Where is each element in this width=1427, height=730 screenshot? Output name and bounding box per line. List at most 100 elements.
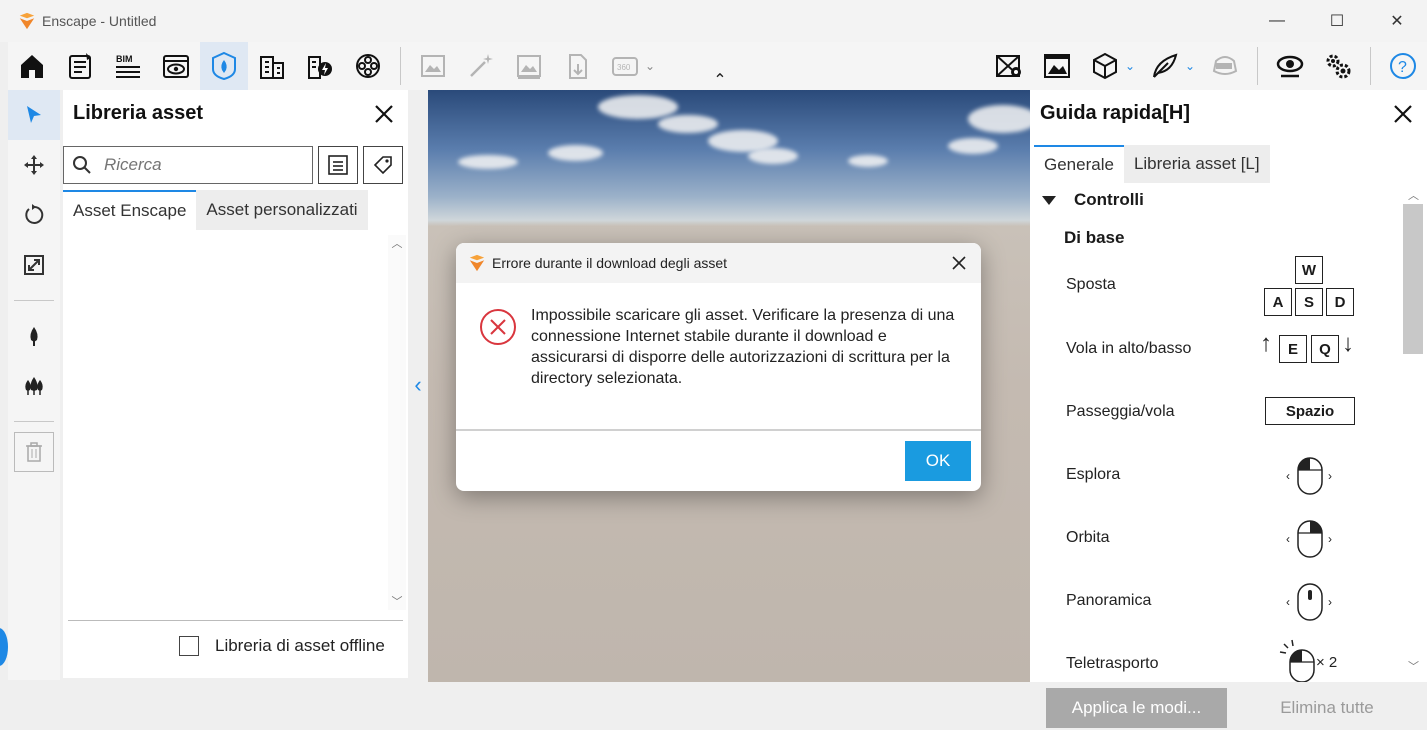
delete-all-button[interactable]: Elimina tutte [1250,688,1404,728]
offline-library-option[interactable]: Libreria di asset offline [179,636,385,656]
cloud [548,145,603,161]
cloud [598,95,678,119]
building-button[interactable] [248,42,296,90]
guide-scroll-thumb[interactable] [1403,204,1423,354]
cloud [458,155,518,169]
material-button[interactable] [344,42,392,90]
image-button[interactable] [1033,42,1081,90]
tab-custom-assets[interactable]: Asset personalizzati [196,190,368,230]
energy-icon [308,56,332,79]
tab-enscape-assets[interactable]: Asset Enscape [63,190,197,230]
cube-button[interactable] [1081,42,1129,90]
guide-scroll-up-icon[interactable]: ︿ [1408,187,1419,203]
expand-panel-icon[interactable]: ‹ [408,370,428,400]
mouse-right-glyph: › [1328,469,1332,483]
dialog-header: Errore durante il download degli asset [456,243,981,283]
toolbar-separator-help [1370,47,1371,85]
bim-button[interactable]: BIM [104,42,152,90]
svg-text:?: ? [1398,59,1407,76]
home-button[interactable] [8,42,56,90]
list-view-button[interactable] [318,146,358,184]
cloud [848,155,888,167]
panorama-dropdown-icon[interactable]: ⌄ [643,42,657,90]
mouse-left-glyph: ‹ [1286,532,1290,546]
project-notes-button[interactable] [56,42,104,90]
help-button[interactable]: ? [1379,42,1427,90]
scale-tool[interactable] [8,240,60,290]
guide-scroll-down-icon[interactable]: ﹀ [1408,658,1419,674]
key-a: A [1264,288,1292,316]
map-pin-button[interactable] [985,42,1033,90]
view-button[interactable] [152,42,200,90]
offline-library-checkbox[interactable] [179,636,199,656]
vr-headset-icon [1212,56,1238,75]
controls-section-header[interactable]: Controlli [1042,190,1144,210]
batch-render-icon [517,55,541,79]
export-button[interactable] [553,42,601,90]
scroll-up-icon[interactable]: ︿ [390,235,404,251]
bottom-bar: Applica le modi... Elimina tutte [0,682,1427,730]
feather-dropdown-icon[interactable]: ⌄ [1183,42,1197,90]
close-icon[interactable] [372,102,396,126]
window-title: Enscape - Untitled [42,13,157,29]
minimize-button[interactable]: — [1247,0,1307,42]
rotate-tool[interactable] [8,190,60,240]
mouse-right-glyph: › [1328,595,1332,609]
ai-enhance-icon [470,54,493,77]
row-label-orbit: Orbita [1066,529,1110,546]
cursor-icon [27,106,41,123]
trash-icon [26,442,42,462]
feather-button[interactable] [1141,42,1189,90]
dialog-body: Impossibile scaricare gli asset. Verific… [456,283,981,429]
asset-tabs: Asset Enscape Asset personalizzati [63,190,408,230]
ai-enhance-button[interactable] [457,42,505,90]
cube-dropdown-icon[interactable]: ⌄ [1123,42,1137,90]
asset-library-button[interactable] [200,42,248,90]
close-icon[interactable] [949,253,969,273]
cloud [968,105,1030,133]
cloud [748,148,798,164]
row-label-walk: Passeggia/vola [1066,403,1175,420]
multiple-trees-tool[interactable] [8,361,60,411]
tab-general[interactable]: Generale [1034,145,1124,183]
maximize-button[interactable]: ☐ [1307,0,1367,42]
offline-library-label: Libreria di asset offline [215,636,385,655]
search-box[interactable] [63,146,313,184]
enscape-logo-icon [469,254,485,272]
vr-headset-button[interactable] [1201,42,1249,90]
close-icon[interactable] [1391,102,1415,126]
batch-render-button[interactable] [505,42,553,90]
apply-changes-button[interactable]: Applica le modi... [1046,688,1227,728]
move-tool[interactable] [8,140,60,190]
asset-scrollbar[interactable] [388,235,406,610]
search-icon [73,156,91,174]
arrow-up-icon: ↑ [1260,330,1272,357]
settings-icon [1326,54,1351,79]
tag-filter-button[interactable] [363,146,403,184]
dialog-message: Impossibile scaricare gli asset. Verific… [531,307,955,387]
enscape-window: Enscape - Untitled — ☐ ✕ BIM 360 ⌄ ⌄ ⌄ ?… [0,0,1427,730]
select-tool[interactable] [8,90,60,140]
screenshot-button[interactable] [409,42,457,90]
map-pin-icon [996,55,1021,77]
delete-asset-button[interactable] [14,432,54,472]
cloud [658,115,718,133]
title-bar: Enscape - Untitled — ☐ ✕ [0,0,1427,42]
visual-settings-button[interactable] [1266,42,1314,90]
panorama-360-button[interactable]: 360 [601,42,649,90]
toolbar-collapse-icon[interactable]: ⌃ [710,72,730,90]
ok-button[interactable]: OK [905,441,971,481]
visual-settings-icon [1276,55,1304,78]
close-window-button[interactable]: ✕ [1367,0,1427,42]
settings-button[interactable] [1314,42,1362,90]
single-tree-tool[interactable] [8,311,60,361]
scroll-down-icon[interactable]: ﹀ [390,593,404,609]
energy-button[interactable] [296,42,344,90]
key-q: Q [1311,335,1339,363]
row-label-explore: Esplora [1066,466,1121,483]
search-input[interactable] [104,155,304,175]
material-icon [356,54,380,78]
cloud [948,138,998,154]
tab-asset-library[interactable]: Libreria asset [L] [1123,145,1270,183]
basic-subsection-title: Di base [1064,228,1125,247]
